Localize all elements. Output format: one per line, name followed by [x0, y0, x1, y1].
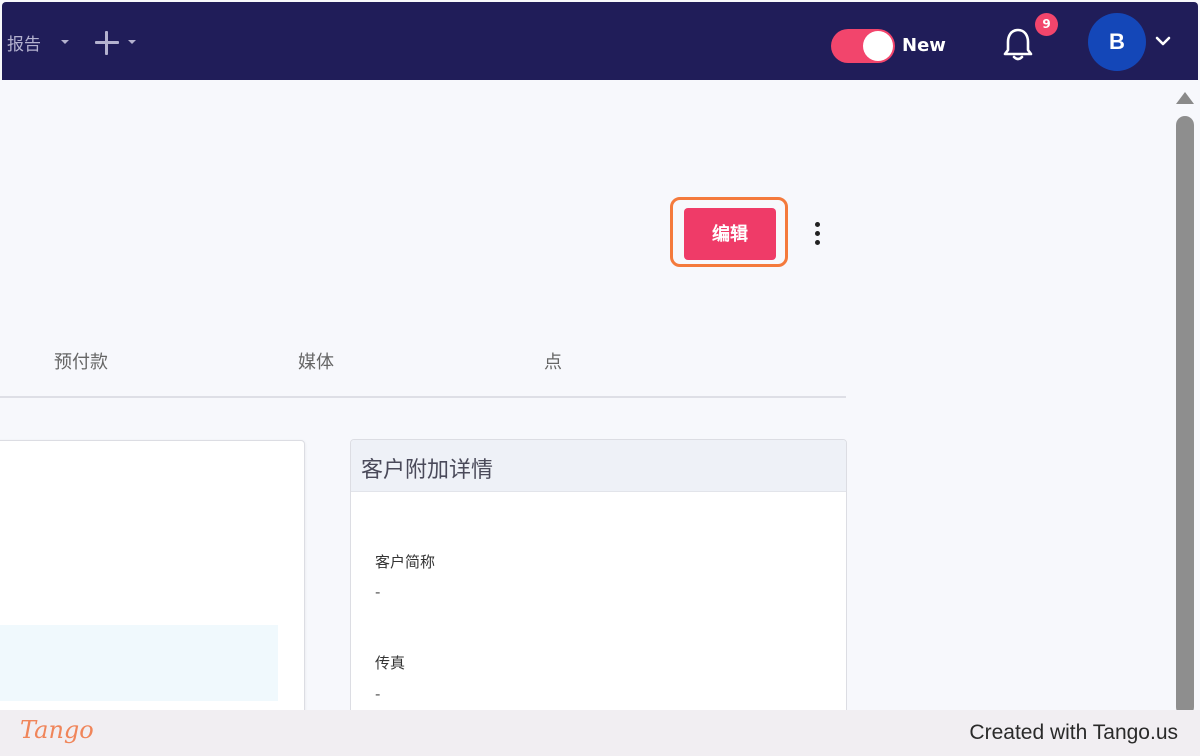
scrollbar-thumb[interactable] — [1176, 116, 1194, 716]
field-label-short-name: 客户简称 — [375, 553, 436, 571]
scroll-up-arrow-icon[interactable] — [1176, 92, 1194, 104]
card-left-highlight-row — [0, 625, 278, 701]
tab-prepayment[interactable]: 预付款 — [54, 348, 108, 374]
nav-report-menu[interactable]: 报告 — [7, 30, 41, 55]
created-with-text: Created with Tango.us — [969, 721, 1178, 744]
report-caret-icon[interactable] — [61, 40, 69, 44]
field-label-fax: 传真 — [375, 654, 406, 672]
chevron-down-icon[interactable] — [1154, 34, 1172, 48]
more-options-icon[interactable] — [811, 222, 823, 250]
field-value-short-name: - — [375, 583, 381, 601]
card-header: 客户附加详情 — [351, 440, 846, 492]
notification-count-badge: 9 — [1035, 13, 1058, 36]
add-plus-icon[interactable] — [94, 30, 120, 56]
top-navigation-bar: 报告 New 9 B — [2, 2, 1198, 80]
tabs-divider — [0, 396, 846, 398]
field-value-fax: - — [375, 685, 381, 703]
new-ui-toggle-label[interactable]: New — [902, 35, 946, 56]
customer-extra-details-card: 客户附加详情 客户简称 - 传真 - — [350, 439, 847, 741]
tab-points[interactable]: 点 — [544, 348, 562, 374]
edit-button[interactable]: 编辑 — [684, 208, 776, 260]
add-caret-icon[interactable] — [128, 40, 136, 44]
tango-footer: Tango Created with Tango.us — [0, 710, 1200, 756]
tab-media[interactable]: 媒体 — [298, 348, 334, 374]
card-title: 客户附加详情 — [361, 458, 494, 483]
new-ui-toggle[interactable] — [831, 29, 895, 63]
notification-bell-icon[interactable] — [1001, 26, 1035, 62]
user-avatar[interactable]: B — [1088, 13, 1146, 71]
tango-logo: Tango — [20, 716, 94, 744]
toggle-knob — [863, 31, 893, 61]
vertical-scrollbar[interactable] — [1172, 84, 1198, 716]
